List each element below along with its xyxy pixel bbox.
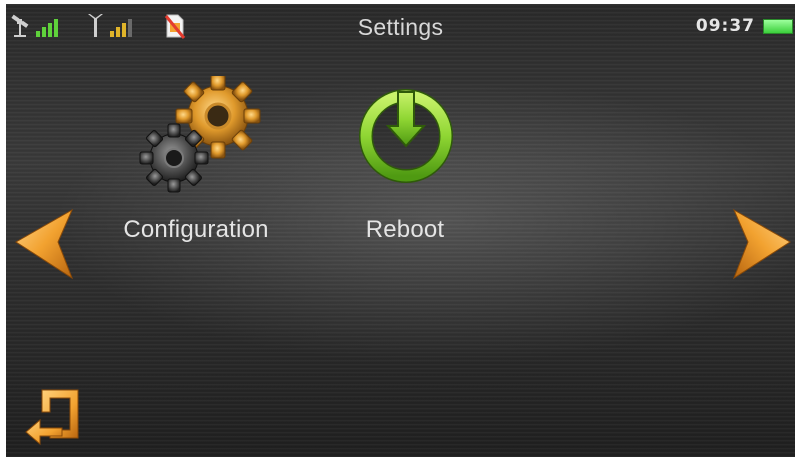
configuration-label: Configuration: [123, 216, 269, 243]
reboot-label: Reboot: [365, 216, 445, 243]
configuration-app[interactable]: Configuration: [106, 76, 286, 248]
status-bar: Settings 09:37: [6, 4, 795, 48]
settings-screen: Settings 09:37 Configuration Reboot: [6, 4, 795, 457]
battery-icon: [763, 19, 793, 34]
left-arrow-icon: [15, 208, 74, 280]
previous-page-button[interactable]: [12, 208, 76, 285]
gears-icon: [139, 76, 261, 193]
back-return-icon: [25, 389, 79, 446]
right-arrow-icon: [732, 208, 791, 280]
power-reboot-icon: [359, 89, 453, 183]
clock: 09:37: [695, 16, 755, 36]
back-button[interactable]: [20, 386, 84, 455]
next-page-button[interactable]: [730, 208, 794, 285]
page-title: Settings: [357, 14, 444, 40]
reboot-app[interactable]: Reboot: [340, 76, 470, 248]
